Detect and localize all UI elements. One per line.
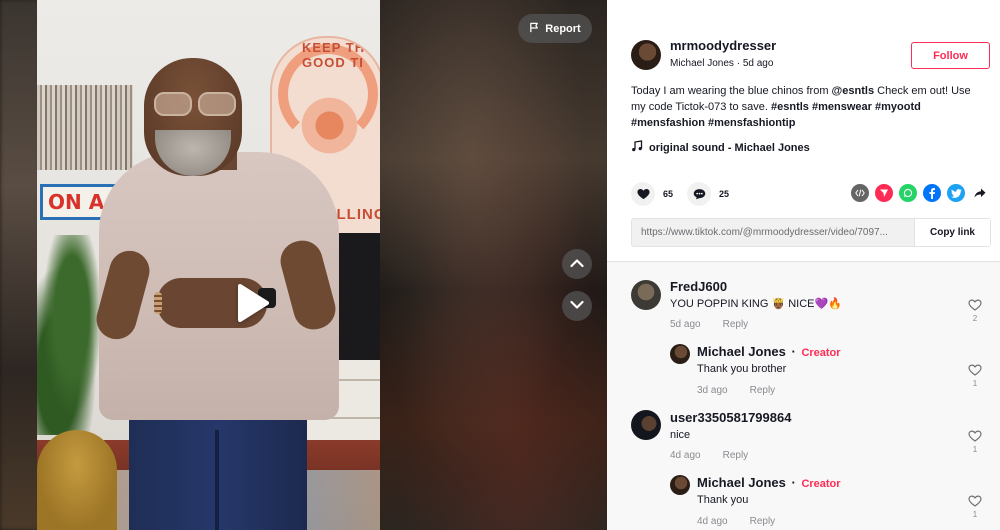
author-display-name: Michael Jones — [670, 58, 734, 69]
comment-text: nice — [670, 429, 691, 441]
like-stat[interactable]: 65 — [631, 182, 673, 206]
video-scene-plant — [37, 235, 107, 435]
video-person-pants — [129, 410, 307, 530]
twitter-icon[interactable] — [947, 184, 965, 202]
sound-label: original sound - Michael Jones — [649, 141, 810, 154]
creator-avatar[interactable] — [670, 344, 690, 364]
commenter-name: Michael Jones · Creator — [697, 475, 841, 490]
like-count: 65 — [663, 189, 674, 199]
comment-time: 4d ago — [697, 516, 728, 527]
copy-link-box: https://www.tiktok.com/@mrmoodydresser/v… — [631, 218, 991, 247]
share-icons — [851, 184, 989, 202]
comment-meta: 3d ago Reply — [697, 385, 775, 396]
comment-like-count: 1 — [972, 445, 978, 454]
comment-meta: 4d ago Reply — [697, 516, 775, 527]
video-scene-pouf — [37, 430, 117, 530]
video-player[interactable]: ON A KEEP THE GOOD TI ROLLING — [37, 0, 380, 530]
heart-icon — [631, 182, 655, 206]
commenter-avatar[interactable] — [631, 410, 661, 440]
hashtag-link[interactable]: #mensfashiontip — [708, 117, 795, 129]
creator-badge: Creator — [801, 478, 841, 490]
comment-meta: 4d ago Reply — [670, 450, 748, 461]
reply-button[interactable]: Reply — [723, 450, 749, 461]
video-backdrop-left — [0, 0, 40, 530]
comment-like-count: 1 — [972, 379, 978, 388]
info-panel: mrmoodydresser Michael Jones · 5d ago Fo… — [607, 0, 1000, 530]
next-video-button[interactable] — [562, 291, 592, 321]
chevron-down-icon — [570, 297, 584, 315]
commenter-name[interactable]: FredJ600 — [670, 279, 727, 294]
flag-icon — [529, 22, 540, 36]
author-handle[interactable]: mrmoodydresser — [670, 38, 776, 53]
comment-time: 4d ago — [670, 450, 701, 461]
heart-outline-icon — [968, 364, 982, 376]
reply-button[interactable]: Reply — [750, 385, 776, 396]
comment-like-count: 1 — [972, 510, 978, 519]
author-avatar[interactable] — [631, 40, 661, 70]
heart-outline-icon — [968, 430, 982, 442]
video-scene-records — [37, 85, 133, 170]
video-person-glasses — [150, 92, 240, 118]
comment-text: Thank you — [697, 494, 749, 506]
report-label: Report — [545, 22, 581, 35]
send-to-friends-icon[interactable] — [875, 184, 893, 202]
post-date: 5d ago — [742, 58, 774, 69]
whatsapp-icon[interactable] — [899, 184, 917, 202]
share-arrow-icon[interactable] — [971, 184, 989, 202]
comment-list: FredJ600 YOU POPPIN KING 🤴🏾 NICE💜🔥 5d ag… — [607, 262, 1000, 530]
creator-badge: Creator — [801, 347, 841, 359]
author-subline: Michael Jones · 5d ago — [670, 58, 774, 69]
reply-button[interactable]: Reply — [723, 319, 749, 330]
creator-avatar[interactable] — [670, 475, 690, 495]
previous-video-button[interactable] — [562, 249, 592, 279]
heart-outline-icon — [968, 495, 982, 507]
comment-time: 3d ago — [697, 385, 728, 396]
commenter-avatar[interactable] — [631, 280, 661, 310]
video-stage: ON A KEEP THE GOOD TI ROLLING Report — [0, 0, 607, 530]
comment-stat[interactable]: 25 — [687, 182, 729, 206]
comment-like-count: 2 — [972, 314, 978, 323]
hashtag-link[interactable]: #mensfashion — [631, 117, 705, 129]
commenter-name[interactable]: user3350581799864 — [670, 410, 791, 425]
comment-meta: 5d ago Reply — [670, 319, 748, 330]
comment-bubble-icon — [687, 182, 712, 206]
heart-outline-icon — [968, 299, 982, 311]
hashtag-link[interactable]: #myootd — [875, 101, 921, 113]
video-url[interactable]: https://www.tiktok.com/@mrmoodydresser/v… — [632, 227, 914, 238]
commenter-name: Michael Jones · Creator — [697, 344, 841, 359]
play-icon[interactable] — [232, 283, 272, 323]
comment-like-button[interactable]: 1 — [965, 430, 985, 454]
comment-like-button[interactable]: 2 — [965, 299, 985, 323]
comment-like-button[interactable]: 1 — [965, 364, 985, 388]
comment-time: 5d ago — [670, 319, 701, 330]
hashtag-link[interactable]: #esntls — [771, 101, 809, 113]
video-description: Today I am wearing the blue chinos from … — [631, 85, 971, 129]
report-button[interactable]: Report — [518, 14, 592, 43]
facebook-icon[interactable] — [923, 184, 941, 202]
comment-text: YOU POPPIN KING 🤴🏾 NICE💜🔥 — [670, 298, 842, 310]
sound-link[interactable]: original sound - Michael Jones — [631, 140, 810, 155]
comment-count: 25 — [719, 189, 730, 199]
comment-like-button[interactable]: 1 — [965, 495, 985, 519]
music-note-icon — [631, 140, 643, 155]
comment-text: Thank you brother — [697, 363, 787, 375]
follow-button[interactable]: Follow — [911, 42, 990, 69]
embed-icon[interactable] — [851, 184, 869, 202]
copy-link-button[interactable]: Copy link — [914, 219, 990, 246]
engagement-stats: 65 25 — [631, 182, 743, 206]
chevron-up-icon — [570, 255, 584, 273]
reply-button[interactable]: Reply — [750, 516, 776, 527]
mention-link[interactable]: @esntls — [832, 85, 875, 97]
hashtag-link[interactable]: #menswear — [812, 101, 872, 113]
